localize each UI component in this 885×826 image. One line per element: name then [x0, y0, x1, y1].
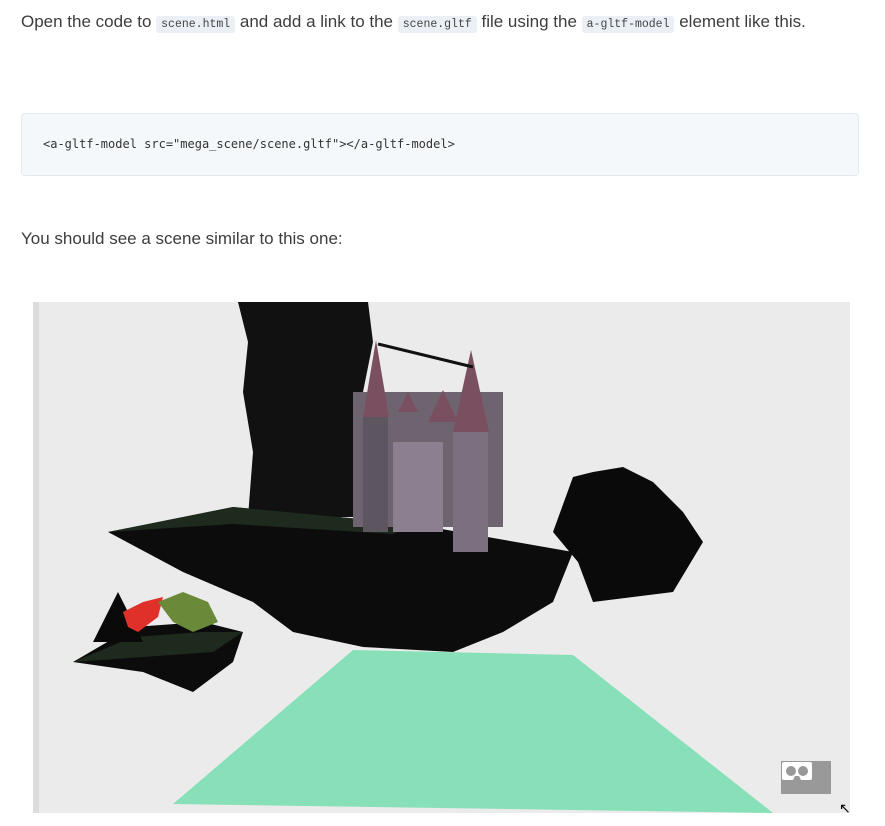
intro-text: Open the code to — [21, 12, 157, 31]
tower — [238, 302, 373, 517]
ground-plane — [173, 650, 773, 813]
intro-text: element like this. — [674, 12, 806, 31]
scene-render — [33, 302, 773, 813]
followup-paragraph: You should see a scene similar to this o… — [21, 229, 343, 248]
intro-text: file using the — [476, 12, 582, 31]
inline-code-a-gltf-model: a-gltf-model — [581, 16, 675, 33]
vr-headset-icon — [782, 762, 812, 780]
banner-string — [377, 342, 474, 369]
inline-code-scene-gltf: scene.gltf — [397, 16, 477, 33]
code-text: <a-gltf-model src="mega_scene/scene.gltf… — [43, 137, 455, 151]
intro-text: and add a link to the — [235, 12, 398, 31]
mouse-cursor-icon: ↖ — [839, 800, 851, 816]
ship — [553, 467, 703, 602]
vr-mode-button[interactable] — [781, 761, 831, 794]
inline-code-scene-html: scene.html — [156, 16, 236, 33]
code-block: <a-gltf-model src="mega_scene/scene.gltf… — [21, 113, 859, 176]
intro-paragraph: Open the code to scene.html and add a li… — [21, 7, 851, 39]
aframe-scene-viewport[interactable] — [33, 302, 850, 813]
